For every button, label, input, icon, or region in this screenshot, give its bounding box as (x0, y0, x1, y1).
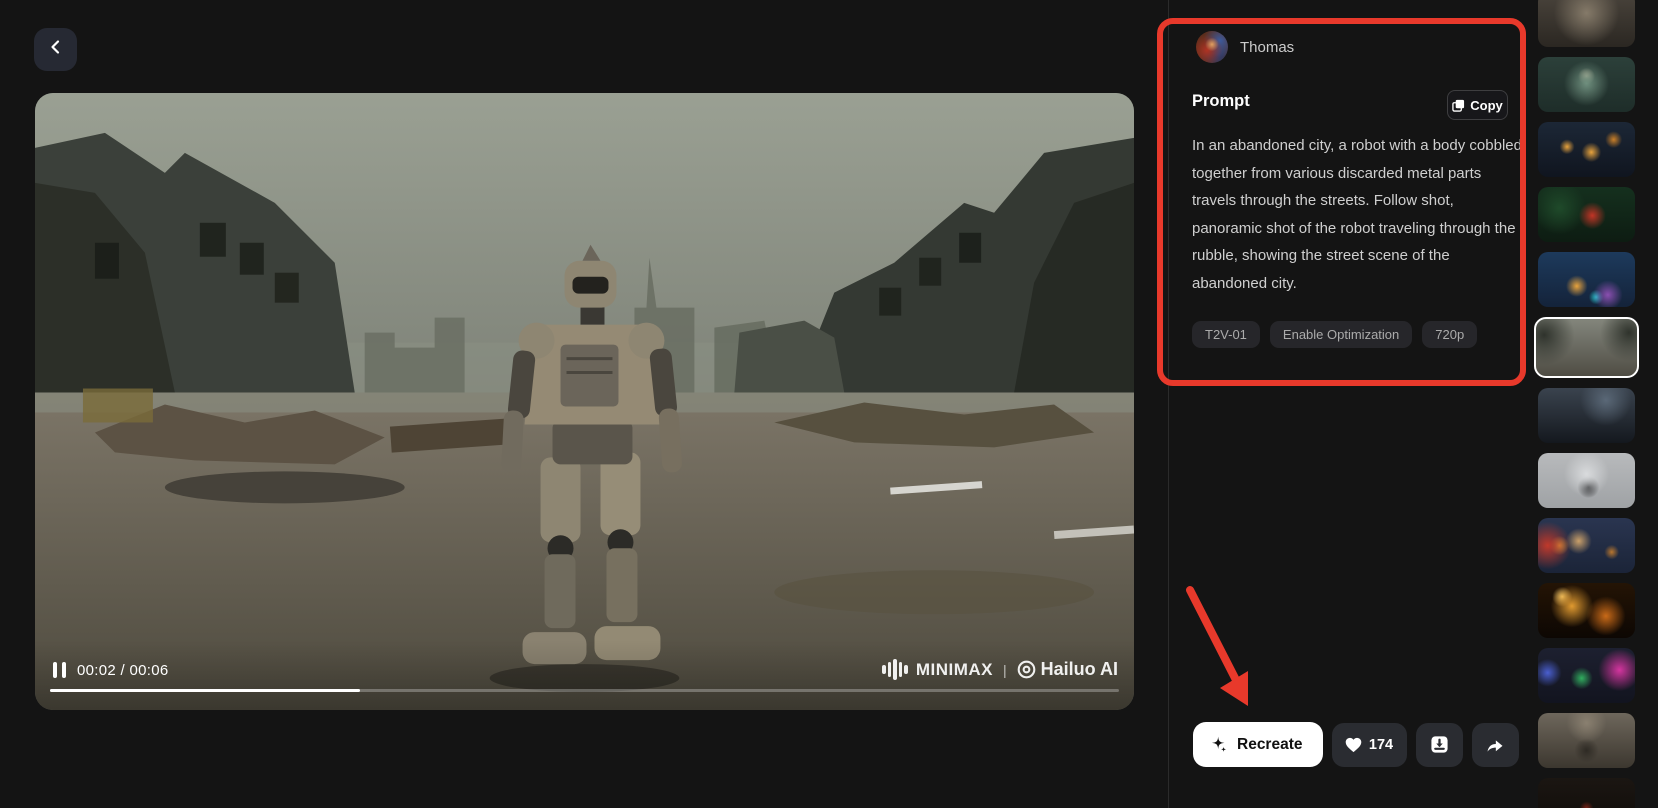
thumbnail-fire-figure[interactable] (1538, 583, 1635, 638)
video-time: 00:02 / 00:06 (77, 662, 169, 679)
tag-t2v-01: T2V-01 (1192, 321, 1260, 348)
tag-enable-optimization: Enable Optimization (1269, 321, 1413, 348)
copy-icon (1452, 99, 1465, 112)
minimax-waveform-icon (882, 659, 908, 680)
avatar (1196, 31, 1228, 63)
panel-divider (1168, 0, 1169, 808)
thumbnail-rail (1534, 0, 1639, 808)
thumbnail-winter-lantern-night[interactable] (1538, 122, 1635, 177)
thumbnail-dark-forest-red[interactable] (1538, 778, 1635, 808)
watermark-divider: | (1003, 661, 1007, 678)
pause-icon[interactable] (53, 662, 66, 678)
sparkle-icon (1211, 736, 1227, 752)
recreate-button[interactable]: Recreate (1193, 722, 1323, 767)
thumbnail-cyberpunk-neon[interactable] (1538, 648, 1635, 703)
copy-button[interactable]: Copy (1447, 90, 1508, 120)
progress-fill (50, 689, 360, 692)
user-row[interactable]: Thomas (1196, 31, 1294, 63)
thumbnail-faded-tavern-scene[interactable] (1538, 0, 1635, 47)
like-button[interactable]: 174 (1331, 722, 1407, 767)
video-player[interactable]: 00:02 / 00:06 MINIMAX | Hailuo AI (35, 93, 1134, 710)
video-frame-ruined-city-robot (35, 93, 1134, 710)
thumbnail-woman-portrait-teal[interactable] (1538, 57, 1635, 112)
watermark-hailuo: Hailuo AI (1017, 659, 1118, 680)
save-to-album-icon (1430, 736, 1448, 753)
watermark-minimax: MINIMAX (915, 659, 994, 679)
tag-720p: 720p (1422, 321, 1478, 348)
thumbnail-circus-girl[interactable] (1538, 518, 1635, 573)
heart-icon (1345, 737, 1362, 752)
back-button[interactable] (34, 28, 77, 71)
thumbnail-storm-mountains[interactable] (1538, 388, 1635, 443)
tag-row: T2V-01 Enable Optimization 720p (1192, 321, 1478, 348)
chevron-left-icon (48, 39, 64, 60)
thumbnail-owl-lantern-fantasy[interactable] (1538, 252, 1635, 307)
like-count: 174 (1368, 736, 1394, 753)
progress-bar[interactable] (50, 689, 1119, 692)
action-row: Recreate 174 (1193, 722, 1519, 767)
prompt-heading: Prompt (1192, 92, 1250, 110)
watermark: MINIMAX | Hailuo AI (882, 659, 1118, 680)
hailuo-spiral-circle-icon (1017, 660, 1035, 679)
thumbnail-black-swan[interactable] (1538, 453, 1635, 508)
share-arrow-icon (1487, 739, 1503, 752)
prompt-text: In an abandoned city, a robot with a bod… (1192, 137, 1522, 292)
thumbnail-robot-ruined-city[interactable] (1534, 317, 1639, 378)
share-button[interactable] (1471, 722, 1519, 767)
save-button[interactable] (1415, 722, 1463, 767)
thumbnail-red-parrot-jungle[interactable] (1538, 187, 1635, 242)
thumbnail-man-monument[interactable] (1538, 713, 1635, 768)
annotation-arrow (1186, 586, 1248, 706)
user-name: Thomas (1240, 38, 1295, 56)
